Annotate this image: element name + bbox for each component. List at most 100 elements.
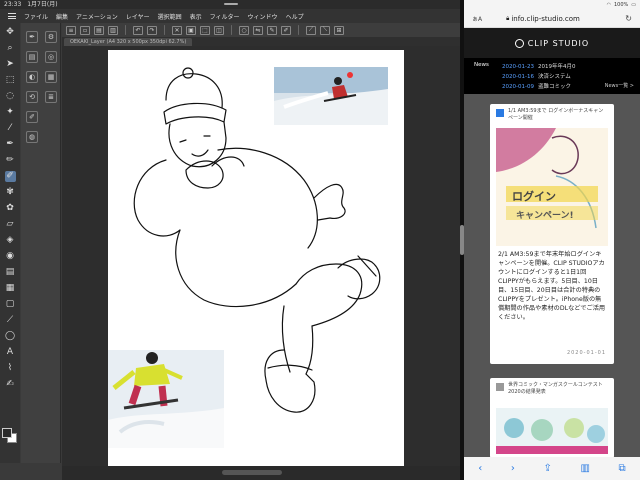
share-icon[interactable]: ⇪ [543,463,551,474]
subtool-layer-icon[interactable]: ▤ [26,51,38,63]
fill-icon[interactable]: ◉ [5,251,16,262]
status-date: 1月7日(月) [27,1,58,8]
snap-ruler-icon[interactable]: ⟋ [306,25,316,35]
subtool-gear-icon[interactable]: ⚙ [45,31,57,43]
command-bar: ≡ ▫ ▤ ▥ ↶ ↷ ✕ ▣ ⬚ ◫ ○ ⇋ ✎ ✐ ⟋ ⟍ ⊞ [62,23,460,37]
comic-contest-card[interactable]: 世界コミック・マンガスクールコンテスト2020の結果発表 [490,378,614,458]
login-campaign-card[interactable]: 1/1 AM3:59まで ログインボーナスキャンペーン開催 ログイン キャンペー… [490,104,614,364]
menu-view[interactable]: 表示 [190,12,202,21]
subtool-palette-icon[interactable]: ◍ [26,131,38,143]
text-icon[interactable]: A [5,347,16,358]
figure-icon[interactable]: ▦ [5,283,16,294]
news-section: News 2020-01-23 2019年年4月0 2020-01-16 決済システ… [464,58,640,94]
subtool-property-icon[interactable]: ≣ [45,91,57,103]
hand-icon[interactable]: ✍ [5,379,16,390]
canvas-paper[interactable] [108,50,404,470]
airbrush-icon[interactable]: ✾ [5,187,16,198]
subtool-pen-icon[interactable]: ✒ [26,31,38,43]
status-time: 23:33 [4,1,22,8]
info-icon [496,109,504,117]
menu-help[interactable]: ヘルプ [286,12,304,21]
gradient-icon[interactable]: ▤ [5,267,16,278]
fill-selection-icon[interactable]: ▣ [186,25,196,35]
frame-icon[interactable]: ▢ [5,299,16,310]
news-item[interactable]: 2020-01-16 決済システム [502,72,571,80]
subtool-brush-icon[interactable]: ✐ [26,111,38,123]
safari-toolbar: ‹ › ⇪ ▥ ⧉ [464,457,640,480]
pencil-icon[interactable]: ✏ [5,155,16,166]
auto-select-icon[interactable]: ✦ [5,107,16,118]
document-tab[interactable]: OEKAKI_Layer (A4 320 x 500px 350dpi 62.7… [64,38,193,46]
brush-icon[interactable]: ✐ [281,25,291,35]
subtool-material-icon[interactable]: ▦ [45,71,57,83]
decoration-icon[interactable]: ✿ [5,203,16,214]
flip-icon[interactable]: ⇋ [253,25,263,35]
lasso-icon[interactable]: ◌ [5,91,16,102]
selection-icon[interactable]: ⬚ [5,75,16,86]
menu-filter[interactable]: フィルター [210,12,240,21]
snap-grid-icon[interactable]: ⊞ [334,25,344,35]
address-bar[interactable]: ぁA 🔒︎ info.clip-studio.com ↻ [464,10,640,28]
clear-icon[interactable]: ✕ [172,25,182,35]
multitask-handle[interactable] [224,3,238,5]
back-icon[interactable]: ‹ [478,463,482,474]
blend-icon[interactable]: ◈ [5,235,16,246]
subtool-navigator-icon[interactable]: ◎ [45,51,57,63]
pen-icon[interactable]: ✒ [5,139,16,150]
menu-edit[interactable]: 編集 [56,12,68,21]
menu-selection[interactable]: 選択範囲 [158,12,182,21]
hamburger-icon[interactable] [8,13,16,19]
reader-settings-button[interactable]: ぁA [472,14,482,23]
safari-browser: ◠ 100% ▭ ぁA 🔒︎ info.clip-studio.com ↻ CL… [464,0,640,480]
wifi-icon: ◠ [606,2,611,8]
info-icon [496,383,504,391]
save-icon[interactable]: ▥ [108,25,118,35]
zoom-icon[interactable]: ⌕ [5,43,16,54]
toolbar-divider [125,25,126,35]
invert-selection-icon[interactable]: ◫ [214,25,224,35]
news-label: News [474,62,489,68]
brush-icon[interactable]: ✐ [4,171,16,182]
undo-icon[interactable]: ↶ [133,25,143,35]
card-title: 世界コミック・マンガスクールコンテスト2020の結果発表 [508,382,603,395]
eyedropper-icon[interactable]: ⁄ [5,123,16,134]
bookmarks-icon[interactable]: ▥ [580,463,589,474]
subtool-history-icon[interactable]: ⟲ [26,91,38,103]
reload-icon[interactable]: ↻ [625,14,632,23]
menu-window[interactable]: ウィンドウ [248,12,278,21]
news-text: 決済システム [537,74,571,80]
sub-tool-panel: ✒ ⚙ ▤ ◎ ◐ ▦ ⟲ ≣ ✐ ◍ [21,23,61,463]
news-item[interactable]: 2020-01-09 盗難コミック [502,82,571,90]
open-icon[interactable]: ▤ [94,25,104,35]
banner-line-1: ログイン [512,190,556,203]
forward-icon[interactable]: › [511,463,515,474]
news-more-link[interactable]: News一覧 > [605,82,634,89]
snap-special-icon[interactable]: ⟍ [320,25,330,35]
scroll-thumb[interactable] [222,470,282,475]
operation-icon[interactable]: ➤ [5,59,16,70]
color-swatch[interactable] [2,428,18,444]
foreground-color[interactable] [2,428,12,438]
clip-studio-logo-icon [514,38,524,48]
redo-icon[interactable]: ↷ [147,25,157,35]
ruler-icon[interactable]: ⟋ [5,315,16,326]
menu-file[interactable]: ファイル [24,12,48,21]
url-text[interactable]: info.clip-studio.com [511,15,580,23]
deselect-icon[interactable]: ⬚ [200,25,210,35]
new-file-icon[interactable]: ▫ [80,25,90,35]
news-item[interactable]: 2020-01-23 2019年年4月0 [502,62,575,70]
menu-layer[interactable]: レイヤー [126,12,150,21]
correct-line-icon[interactable]: ⌇ [5,363,16,374]
canvas-area[interactable] [62,46,460,470]
menu-icon[interactable]: ≡ [66,25,76,35]
subtool-color-icon[interactable]: ◐ [26,71,38,83]
menu-animation[interactable]: アニメーション [76,12,118,21]
eraser-icon[interactable]: ▱ [5,219,16,230]
rotate-icon[interactable]: ○ [239,25,249,35]
move-icon[interactable]: ✥ [5,27,16,38]
card-title: 1/1 AM3:59まで ログインボーナスキャンペーン開催 [508,108,604,121]
balloon-icon[interactable]: ◯ [5,331,16,342]
tabs-icon[interactable]: ⧉ [619,463,626,474]
horizontal-scrollbar[interactable] [62,466,460,480]
eyedropper-icon[interactable]: ✎ [267,25,277,35]
